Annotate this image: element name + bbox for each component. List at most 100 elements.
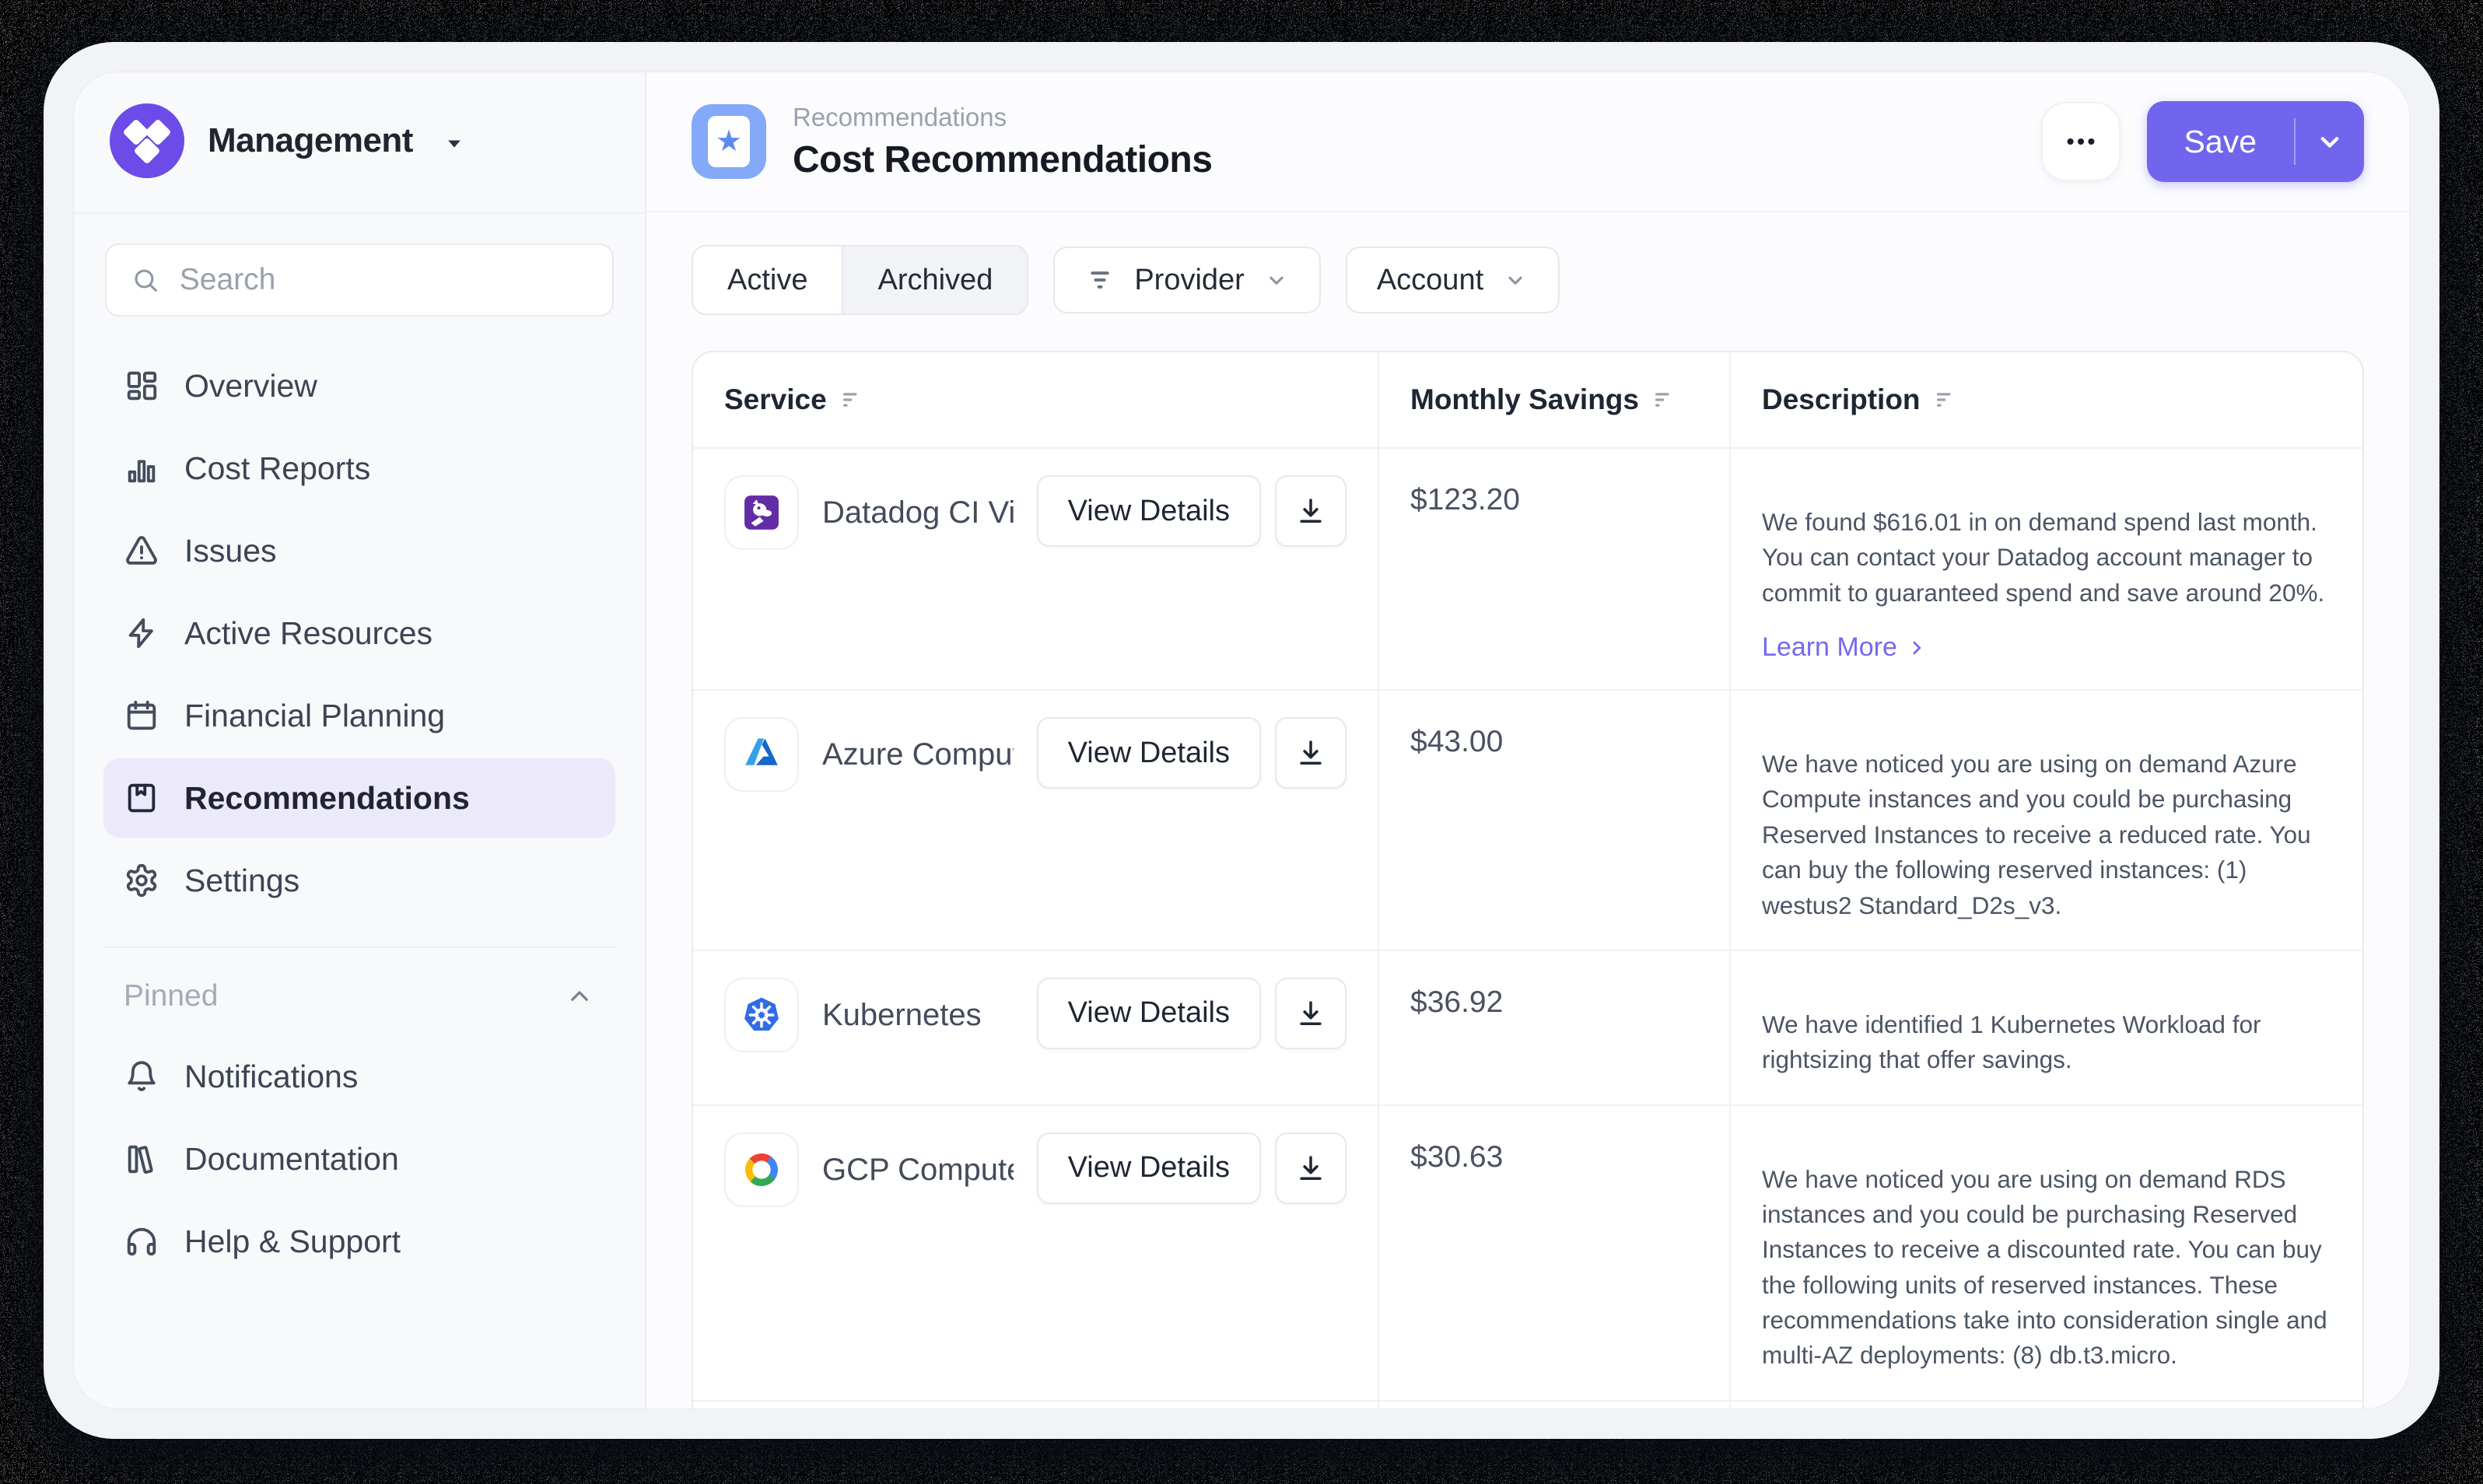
lightning-icon [124,615,159,651]
page-header: ★ Recommendations Cost Recommendations S… [646,72,2409,212]
sidebar-item-overview[interactable]: Overview [103,346,615,425]
service-name: Kubernetes [822,998,982,1033]
pinned-label: Pinned [124,979,218,1013]
download-icon [1294,737,1327,769]
datadog-logo [724,475,799,550]
kubernetes-logo [724,978,799,1052]
column-label: Service [724,383,827,416]
save-menu-button[interactable] [2296,101,2364,182]
dashboard-icon [124,368,159,404]
pinned-section-header[interactable]: Pinned [103,947,615,1024]
monthly-savings-value: $43.00 [1378,691,1729,950]
row-actions: View Details [1037,1132,1347,1204]
column-header-monthly-savings[interactable]: Monthly Savings [1378,352,1729,447]
monthly-savings-value: $123.20 [1378,449,1729,689]
download-button[interactable] [1275,978,1347,1049]
table-row: Datadog CI Visibility View Details [693,447,2362,689]
sort-icon [1651,388,1675,411]
library-icon [124,1141,159,1177]
download-button[interactable] [1275,717,1347,789]
chevron-right-icon [1905,636,1928,660]
download-button[interactable] [1275,1132,1347,1204]
provider-filter-button[interactable]: Provider [1053,247,1321,313]
azure-logo [724,717,799,792]
sidebar-item-label: Cost Reports [184,450,370,487]
sidebar-item-documentation[interactable]: Documentation [103,1119,615,1199]
filter-lines-icon [1084,264,1115,296]
sidebar: Management Overview [74,72,646,1409]
column-label: Description [1762,383,1921,416]
description-cell: We found $616.01 in on demand spend last… [1729,449,2362,689]
view-details-label: View Details [1068,495,1230,528]
workspace-logo-icon [110,103,184,178]
chevron-up-icon [564,981,595,1012]
description-cell: We have noticed you are using on demand … [1729,691,2362,950]
account-filter-button[interactable]: Account [1346,247,1560,313]
description-text: We found $616.01 in on demand spend last… [1762,475,2331,611]
search-input[interactable] [180,263,587,297]
view-details-label: View Details [1068,737,1230,770]
view-details-button[interactable]: View Details [1037,1132,1261,1204]
page-content: Active Archived Provider [646,212,2409,1409]
sidebar-item-notifications[interactable]: Notifications [103,1037,615,1116]
sidebar-item-settings[interactable]: Settings [103,841,615,920]
sidebar-item-label: Documentation [184,1141,399,1178]
sidebar-item-cost-reports[interactable]: Cost Reports [103,429,615,508]
workspace-name: Management [208,121,413,160]
description-cell: These S3 Buckets only contain objects wh… [1729,1402,2362,1409]
star-tile-icon: ★ [692,104,766,179]
status-segmented-control: Active Archived [692,245,1028,315]
tab-label: Archived [877,264,993,297]
view-details-button[interactable]: View Details [1037,717,1261,789]
warning-triangle-icon [124,533,159,569]
table-row: GCP Compute View Details [693,1104,2362,1400]
column-header-description[interactable]: Description [1729,352,2362,447]
description-text: We have identified 1 Kubernetes Workload… [1762,978,2331,1078]
sidebar-item-financial-planning[interactable]: Financial Planning [103,676,615,755]
view-details-label: View Details [1068,1151,1230,1185]
table-row: Azure Compute View Details [693,689,2362,950]
service-name: Azure Compute [822,737,1014,772]
star-tile-inner: ★ [708,116,750,167]
view-details-button[interactable]: View Details [1037,475,1261,547]
sidebar-item-recommendations[interactable]: Recommendations [103,758,615,838]
download-button[interactable] [1275,475,1347,547]
description-text: We have noticed you are using on demand … [1762,717,2331,923]
bar-chart-icon [124,450,159,486]
description-text: We have noticed you are using on demand … [1762,1132,2331,1374]
app-surface: Management Overview [73,72,2410,1409]
filter-row: Active Archived Provider [692,245,2364,315]
save-button[interactable]: Save [2147,101,2294,182]
monthly-savings-value: $28.64 [1378,1402,1729,1409]
download-icon [1294,495,1327,527]
headphones-icon [124,1223,159,1259]
search-icon [131,264,159,296]
search-box [105,243,614,317]
download-icon [1294,1152,1327,1185]
service-cell: Datadog CI Visibility View Details [693,449,1378,689]
sidebar-item-help-support[interactable]: Help & Support [103,1202,615,1281]
sidebar-item-issues[interactable]: Issues [103,511,615,590]
view-details-button[interactable]: View Details [1037,978,1261,1049]
workspace-switcher[interactable]: Management [74,72,645,214]
sidebar-nav: Overview Cost Reports Issues [74,323,645,920]
ellipsis-icon [2063,124,2099,159]
caret-down-icon [441,130,468,156]
sidebar-item-active-resources[interactable]: Active Resources [103,593,615,673]
main-panel: ★ Recommendations Cost Recommendations S… [646,72,2409,1409]
column-header-service[interactable]: Service [693,352,1378,447]
more-actions-button[interactable] [2041,102,2121,181]
account-label: Account [1377,264,1483,297]
service-cell: Azure Compute View Details [693,691,1378,950]
provider-label: Provider [1134,264,1245,297]
table-row: Kubernetes View Details [693,950,2362,1104]
star-glyph: ★ [716,127,742,156]
sidebar-item-label: Help & Support [184,1223,401,1260]
chevron-down-icon [1263,267,1290,293]
gcp-logo [724,1132,799,1207]
learn-more-link[interactable]: Learn More [1762,632,2331,663]
tab-archived[interactable]: Archived [842,247,1027,313]
view-details-label: View Details [1068,996,1230,1030]
tab-active[interactable]: Active [693,247,842,313]
sort-icon [839,388,863,411]
